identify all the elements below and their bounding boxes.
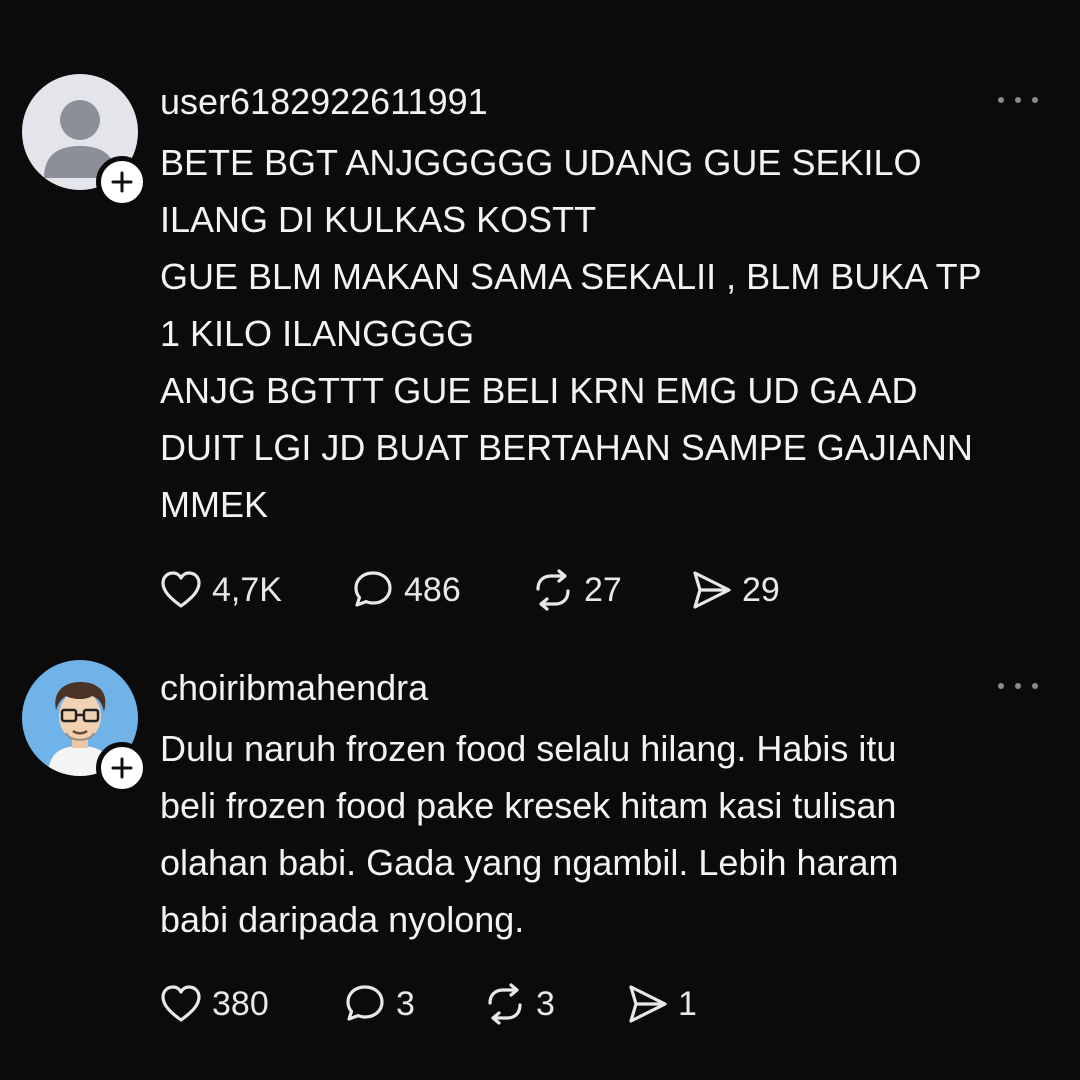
repost-count: 3 (536, 984, 555, 1023)
comment-count: 3 (396, 984, 415, 1023)
comment-button[interactable]: 3 (342, 981, 482, 1027)
comment-bubble-icon (346, 985, 384, 1021)
post-text-line: ILANG DI KULKAS KOSTT (160, 199, 597, 240)
heart-icon (161, 985, 201, 1022)
like-count: 380 (212, 984, 269, 1023)
post-text-line: MMEK (160, 484, 268, 525)
username[interactable]: choiribmahendra (160, 666, 428, 710)
repost-icon (536, 569, 570, 611)
more-options-button[interactable] (998, 676, 1038, 696)
plus-icon (111, 757, 133, 779)
username[interactable]: user6182922611991 (160, 80, 488, 124)
post-text-line: Dulu naruh frozen food selalu hilang. Ha… (160, 728, 897, 769)
more-dot-icon (998, 683, 1004, 689)
comment-bubble-icon (354, 571, 392, 607)
post-text: Dulu naruh frozen food selalu hilang. Ha… (160, 720, 1060, 948)
repost-count: 27 (584, 570, 622, 609)
post-text: BETE BGT ANJGGGGG UDANG GUE SEKILO ILANG… (160, 134, 1060, 533)
like-count: 4,7K (212, 570, 282, 609)
action-bar: 4,7K 486 27 29 (158, 566, 780, 614)
repost-button[interactable]: 27 (530, 567, 688, 613)
post-text-line: BETE BGT ANJGGGGG UDANG GUE SEKILO (160, 142, 922, 183)
share-send-icon (693, 571, 731, 609)
more-dot-icon (1015, 683, 1021, 689)
like-button[interactable]: 380 (158, 981, 342, 1027)
more-options-button[interactable] (998, 90, 1038, 110)
avatar-container[interactable] (22, 660, 148, 794)
post-text-line: beli frozen food pake kresek hitam kasi … (160, 785, 897, 826)
post-text-line: 1 KILO ILANGGGG (160, 313, 475, 354)
post-text-line: DUIT LGI JD BUAT BERTAHAN SAMPE GAJIANN (160, 427, 973, 468)
follow-plus-button[interactable] (96, 156, 148, 208)
more-dot-icon (1015, 97, 1021, 103)
more-dot-icon (1032, 683, 1038, 689)
post-text-line: babi daripada nyolong. (160, 899, 525, 940)
heart-icon (161, 571, 201, 608)
share-send-icon (629, 985, 667, 1023)
repost-icon (488, 983, 522, 1025)
share-button[interactable]: 1 (624, 981, 697, 1027)
more-dot-icon (998, 97, 1004, 103)
comment-button[interactable]: 486 (350, 567, 530, 613)
share-count: 29 (742, 570, 780, 609)
share-button[interactable]: 29 (688, 567, 780, 613)
avatar-container[interactable] (22, 74, 148, 208)
post-text-line: olahan babi. Gada yang ngambil. Lebih ha… (160, 842, 899, 883)
more-dot-icon (1032, 97, 1038, 103)
post-text-line: GUE BLM MAKAN SAMA SEKALII , BLM BUKA TP (160, 256, 982, 297)
like-button[interactable]: 4,7K (158, 567, 350, 613)
post-text-line: ANJG BGTTT GUE BELI KRN EMG UD GA AD (160, 370, 918, 411)
repost-button[interactable]: 3 (482, 981, 624, 1027)
plus-icon (111, 171, 133, 193)
share-count: 1 (678, 984, 697, 1023)
comment-count: 486 (404, 570, 461, 609)
follow-plus-button[interactable] (96, 742, 148, 794)
action-bar: 380 3 3 1 (158, 980, 697, 1028)
